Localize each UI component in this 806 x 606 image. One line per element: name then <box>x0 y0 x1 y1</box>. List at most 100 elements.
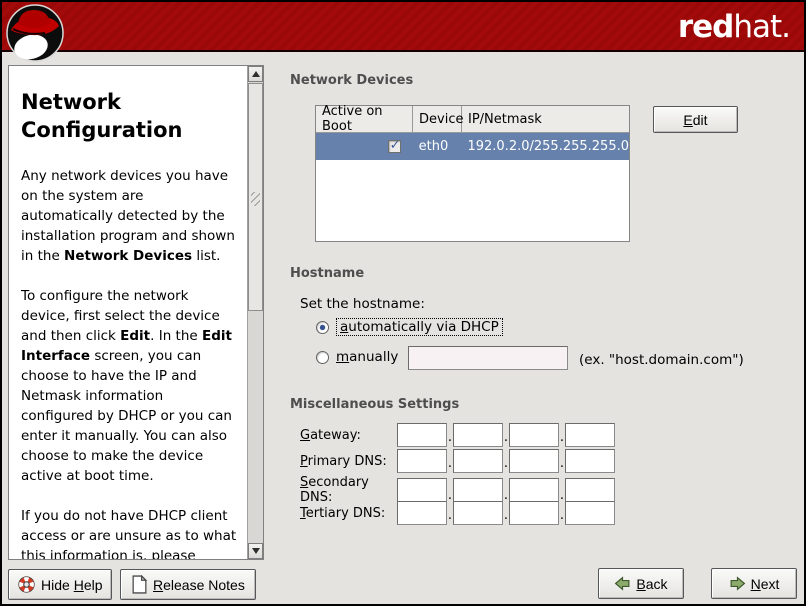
brand-light: hat. <box>733 9 790 45</box>
primary-dns-octet-3[interactable] <box>509 449 559 473</box>
next-arrow-icon <box>729 575 746 592</box>
release-notes-mnemonic: R <box>153 577 163 593</box>
redhat-wordmark: redhat. <box>678 9 790 45</box>
tertiary-dns-label-text: ertiary DNS: <box>306 506 386 521</box>
back-button[interactable]: Back <box>598 568 684 599</box>
gateway-label: Gateway: <box>300 428 397 443</box>
document-icon <box>131 575 148 594</box>
hostname-hint: (ex. "host.domain.com") <box>579 352 744 368</box>
ip-netmask-cell: 192.0.2.0/255.255.255.0 <box>461 133 629 160</box>
secondary-dns-octet-2[interactable] <box>453 478 503 502</box>
active-on-boot-checkbox[interactable] <box>388 140 401 153</box>
installer-window: redhat. Network Configuration Any networ… <box>0 0 806 606</box>
hide-help-label: Hide Help <box>41 577 103 593</box>
hostname-label: Hostname <box>290 266 364 281</box>
active-on-boot-cell <box>316 133 413 160</box>
gateway-octet-3[interactable] <box>509 423 559 447</box>
gateway-mnemonic: G <box>300 428 310 443</box>
tertiary-dns-octet-2[interactable] <box>453 501 503 525</box>
primary-dns-octet-2[interactable] <box>453 449 503 473</box>
primary-dns-octet-1[interactable] <box>397 449 447 473</box>
primary-dns-row: Primary DNS: ... <box>300 449 615 473</box>
primary-dns-mnemonic: P <box>300 454 308 469</box>
gateway-octet-4[interactable] <box>565 423 615 447</box>
help-paragraph-2: To configure the network device, first s… <box>21 286 239 486</box>
dhcp-radio-row: automatically via DHCP <box>316 318 503 336</box>
hide-help-post: elp <box>84 577 103 593</box>
col-header-active-on-boot[interactable]: Active on Boot <box>316 106 413 132</box>
tertiary-dns-octet-1[interactable] <box>397 501 447 525</box>
dhcp-radio-button[interactable] <box>316 321 329 334</box>
network-devices-label: Network Devices <box>290 73 413 88</box>
manual-label-text: anually <box>349 349 398 365</box>
next-button[interactable]: Next <box>711 568 797 599</box>
hostname-input[interactable] <box>408 346 568 370</box>
back-label: Back <box>636 576 667 592</box>
network-devices-table: Active on Boot Device IP/Netmask eth0 19… <box>315 105 630 242</box>
release-notes-label: Release Notes <box>153 577 245 593</box>
tertiary-dns-label: Tertiary DNS: <box>300 506 397 521</box>
gateway-label-text: ateway: <box>310 428 361 443</box>
primary-dns-label-text: rimary DNS: <box>308 454 387 469</box>
back-arrow-icon <box>614 575 631 592</box>
gateway-row: Gateway: ... <box>300 423 615 447</box>
help-text: Network Configuration Any network device… <box>9 66 247 559</box>
secondary-dns-octet-4[interactable] <box>565 478 615 502</box>
arrow-down-icon <box>252 548 260 554</box>
col-header-ip-netmask[interactable]: IP/Netmask <box>462 106 629 132</box>
hide-help-mnemonic: H <box>74 577 84 593</box>
back-mnemonic: B <box>636 576 645 592</box>
help-p2-text2: . In the <box>150 328 202 344</box>
redhat-shadowman-logo <box>5 2 65 64</box>
release-notes-button[interactable]: Release Notes <box>120 569 256 600</box>
tertiary-dns-row: Tertiary DNS: ... <box>300 501 615 525</box>
set-hostname-label: Set the hostname: <box>300 296 425 312</box>
scrollbar-up-button[interactable] <box>248 66 263 82</box>
edit-mnemonic: E <box>683 112 692 128</box>
tertiary-dns-octet-3[interactable] <box>509 501 559 525</box>
arrow-up-icon <box>252 71 260 77</box>
help-paragraph-1: Any network devices you have on the syst… <box>21 166 239 266</box>
dhcp-label-text: utomatically via DHCP <box>348 319 498 335</box>
device-cell: eth0 <box>413 133 462 160</box>
tertiary-dns-octet-4[interactable] <box>565 501 615 525</box>
misc-settings-label: Miscellaneous Settings <box>290 397 459 412</box>
scrollbar-down-button[interactable] <box>248 543 263 559</box>
edit-post: dit <box>693 112 708 128</box>
manual-radio-button[interactable] <box>316 351 329 364</box>
primary-dns-octet-4[interactable] <box>565 449 615 473</box>
next-post: ext <box>761 576 780 592</box>
next-label: Next <box>751 576 780 592</box>
dhcp-radio-label[interactable]: automatically via DHCP <box>336 318 503 336</box>
next-mnemonic: N <box>751 576 761 592</box>
scrollbar-thumb[interactable] <box>248 83 263 311</box>
help-p1-bold: Network Devices <box>64 248 192 264</box>
manual-radio-row: manually <box>316 349 398 365</box>
help-paragraph-3: If you do not have DHCP client access or… <box>21 506 239 559</box>
col-header-device[interactable]: Device <box>413 106 462 132</box>
back-post: ack <box>646 576 668 592</box>
gateway-octet-1[interactable] <box>397 423 447 447</box>
top-banner: redhat. <box>2 2 804 52</box>
help-p1-text2: list. <box>192 248 220 264</box>
help-p3-text: If you do not have DHCP client access or… <box>21 508 236 559</box>
help-p2-bold: Edit <box>120 328 150 344</box>
manual-mnemonic: m <box>336 349 349 365</box>
life-buoy-icon <box>17 575 36 594</box>
hide-help-button[interactable]: Hide Help <box>8 569 112 600</box>
help-title: Network Configuration <box>21 88 239 144</box>
brand-bold: red <box>678 9 734 45</box>
edit-button[interactable]: Edit <box>653 106 738 133</box>
help-panel: Network Configuration Any network device… <box>8 65 264 560</box>
secondary-dns-octet-1[interactable] <box>397 478 447 502</box>
table-header-row: Active on Boot Device IP/Netmask <box>316 106 629 133</box>
table-row[interactable]: eth0 192.0.2.0/255.255.255.0 <box>316 133 629 160</box>
help-scrollbar[interactable] <box>247 66 263 559</box>
manual-radio-label[interactable]: manually <box>336 349 398 365</box>
gateway-octet-2[interactable] <box>453 423 503 447</box>
hide-help-pre: Hide <box>41 577 74 593</box>
primary-dns-label: Primary DNS: <box>300 454 397 469</box>
edit-button-label: Edit <box>683 112 707 128</box>
help-p2-text3: screen, you can choose to have the IP an… <box>21 348 232 484</box>
secondary-dns-octet-3[interactable] <box>509 478 559 502</box>
